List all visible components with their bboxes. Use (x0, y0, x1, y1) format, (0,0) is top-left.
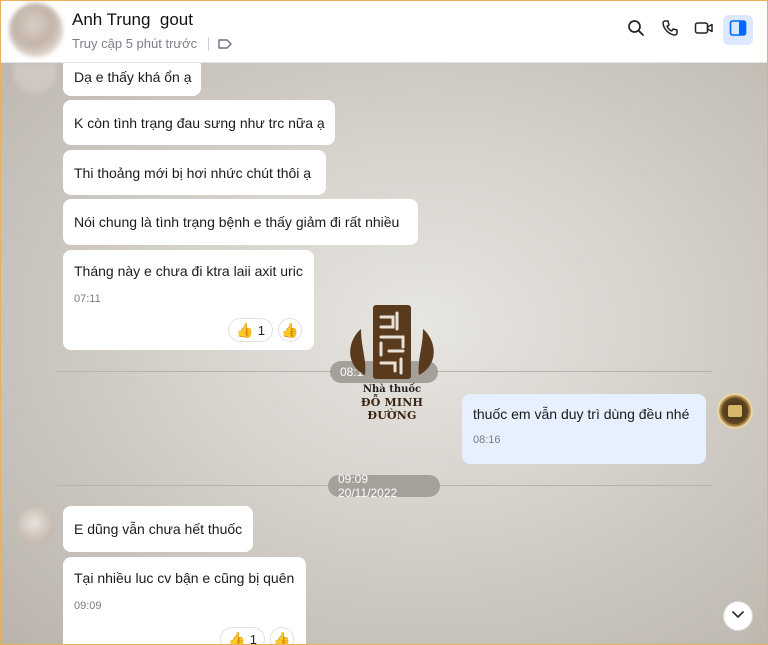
message-time: 08:16 (473, 434, 501, 446)
video-call-button[interactable] (689, 15, 719, 45)
contact-name[interactable]: Anh Trung gout (72, 10, 193, 30)
chevron-down-icon (731, 607, 745, 625)
message-bubble[interactable]: Tại nhiều luc cv bận e cũng bị quên 09:0… (63, 557, 306, 645)
call-button[interactable] (655, 15, 685, 45)
message-bubble[interactable]: K còn tình trạng đau sưng như trc nữa ạ (63, 100, 335, 145)
message-text: Dạ e thấy khá ổn ạ (74, 69, 192, 85)
last-seen-status: Truy cập 5 phút trước (72, 36, 198, 51)
thumbs-up-icon: 👍 (228, 631, 246, 645)
message-bubble[interactable]: Dạ e thấy khá ổn ạ (63, 63, 201, 96)
tag-icon[interactable] (217, 37, 233, 56)
message-text: K còn tình trạng đau sưng như trc nữa ạ (74, 114, 325, 131)
header-divider (208, 37, 209, 51)
reactions: 👍 1 👍 (228, 318, 302, 342)
message-bubble[interactable]: Nói chung là tình trạng bệnh e thấy giảm… (63, 199, 418, 245)
reaction-count-pill[interactable]: 👍 1 (220, 627, 265, 645)
scroll-to-bottom-button[interactable] (723, 601, 753, 631)
time-divider-label: 09:09 20/11/2022 (328, 472, 440, 500)
my-message-bubble[interactable]: thuốc em vẫn duy trì dùng đều nhé 08:16 (462, 394, 706, 464)
message-text: Tháng này e chưa đi ktra laii axit uric (74, 263, 303, 279)
message-text: Thi thoảng mới bị hơi nhức chút thôi ạ (74, 164, 312, 181)
brand-watermark: Nhà thuốc ĐỖ MINH ĐƯỜNG (337, 303, 447, 422)
toggle-info-panel-button[interactable] (723, 15, 753, 45)
message-bubble[interactable]: Tháng này e chưa đi ktra laii axit uric … (63, 250, 314, 350)
divider-time-text: 09:09 20/11/2022 (338, 472, 398, 500)
my-avatar[interactable] (717, 393, 753, 429)
brand-logo-icon (350, 305, 434, 379)
message-time: 07:11 (74, 293, 101, 305)
phone-icon (661, 19, 679, 42)
video-icon (694, 20, 714, 41)
add-reaction-button[interactable]: 👍 (270, 627, 294, 645)
reaction-count: 1 (257, 322, 265, 338)
contact-avatar[interactable] (9, 3, 63, 57)
watermark-line2: ĐỖ MINH ĐƯỜNG (360, 396, 424, 422)
message-text: thuốc em vẫn duy trì dùng đều nhé (473, 406, 690, 422)
thumbs-up-icon: 👍 (273, 631, 291, 645)
message-text: Tại nhiều luc cv bận e cũng bị quên (74, 570, 295, 586)
reaction-count-pill[interactable]: 👍 1 (228, 318, 273, 342)
reactions: 👍 1 👍 (220, 627, 294, 645)
thumbs-up-icon: 👍 (281, 322, 299, 338)
reaction-count: 1 (249, 631, 257, 645)
watermark-line1: Nhà thuốc (362, 384, 422, 395)
brand-logo-mini (728, 405, 742, 417)
message-text: Nói chung là tình trạng bệnh e thấy giảm… (74, 214, 400, 230)
message-list[interactable]: Dạ e thấy khá ổn ạ K còn tình trạng đau … (1, 63, 767, 645)
search-button[interactable] (621, 15, 651, 45)
message-bubble[interactable]: E dũng vẫn chưa hết thuốc (63, 506, 253, 552)
add-reaction-button[interactable]: 👍 (278, 318, 302, 342)
search-icon (627, 19, 645, 42)
message-bubble[interactable]: Thi thoảng mới bị hơi nhức chút thôi ạ (63, 150, 326, 195)
sender-avatar[interactable] (17, 506, 55, 544)
message-time: 09:09 (74, 600, 102, 612)
thumbs-up-icon: 👍 (236, 322, 254, 338)
sidebar-panel-icon (729, 19, 747, 42)
message-text: E dũng vẫn chưa hết thuốc (74, 521, 243, 537)
chat-header: Anh Trung gout Truy cập 5 phút trước (1, 1, 767, 63)
chat-window: Anh Trung gout Truy cập 5 phút trước Dạ … (0, 0, 768, 645)
sender-avatar (13, 63, 57, 93)
